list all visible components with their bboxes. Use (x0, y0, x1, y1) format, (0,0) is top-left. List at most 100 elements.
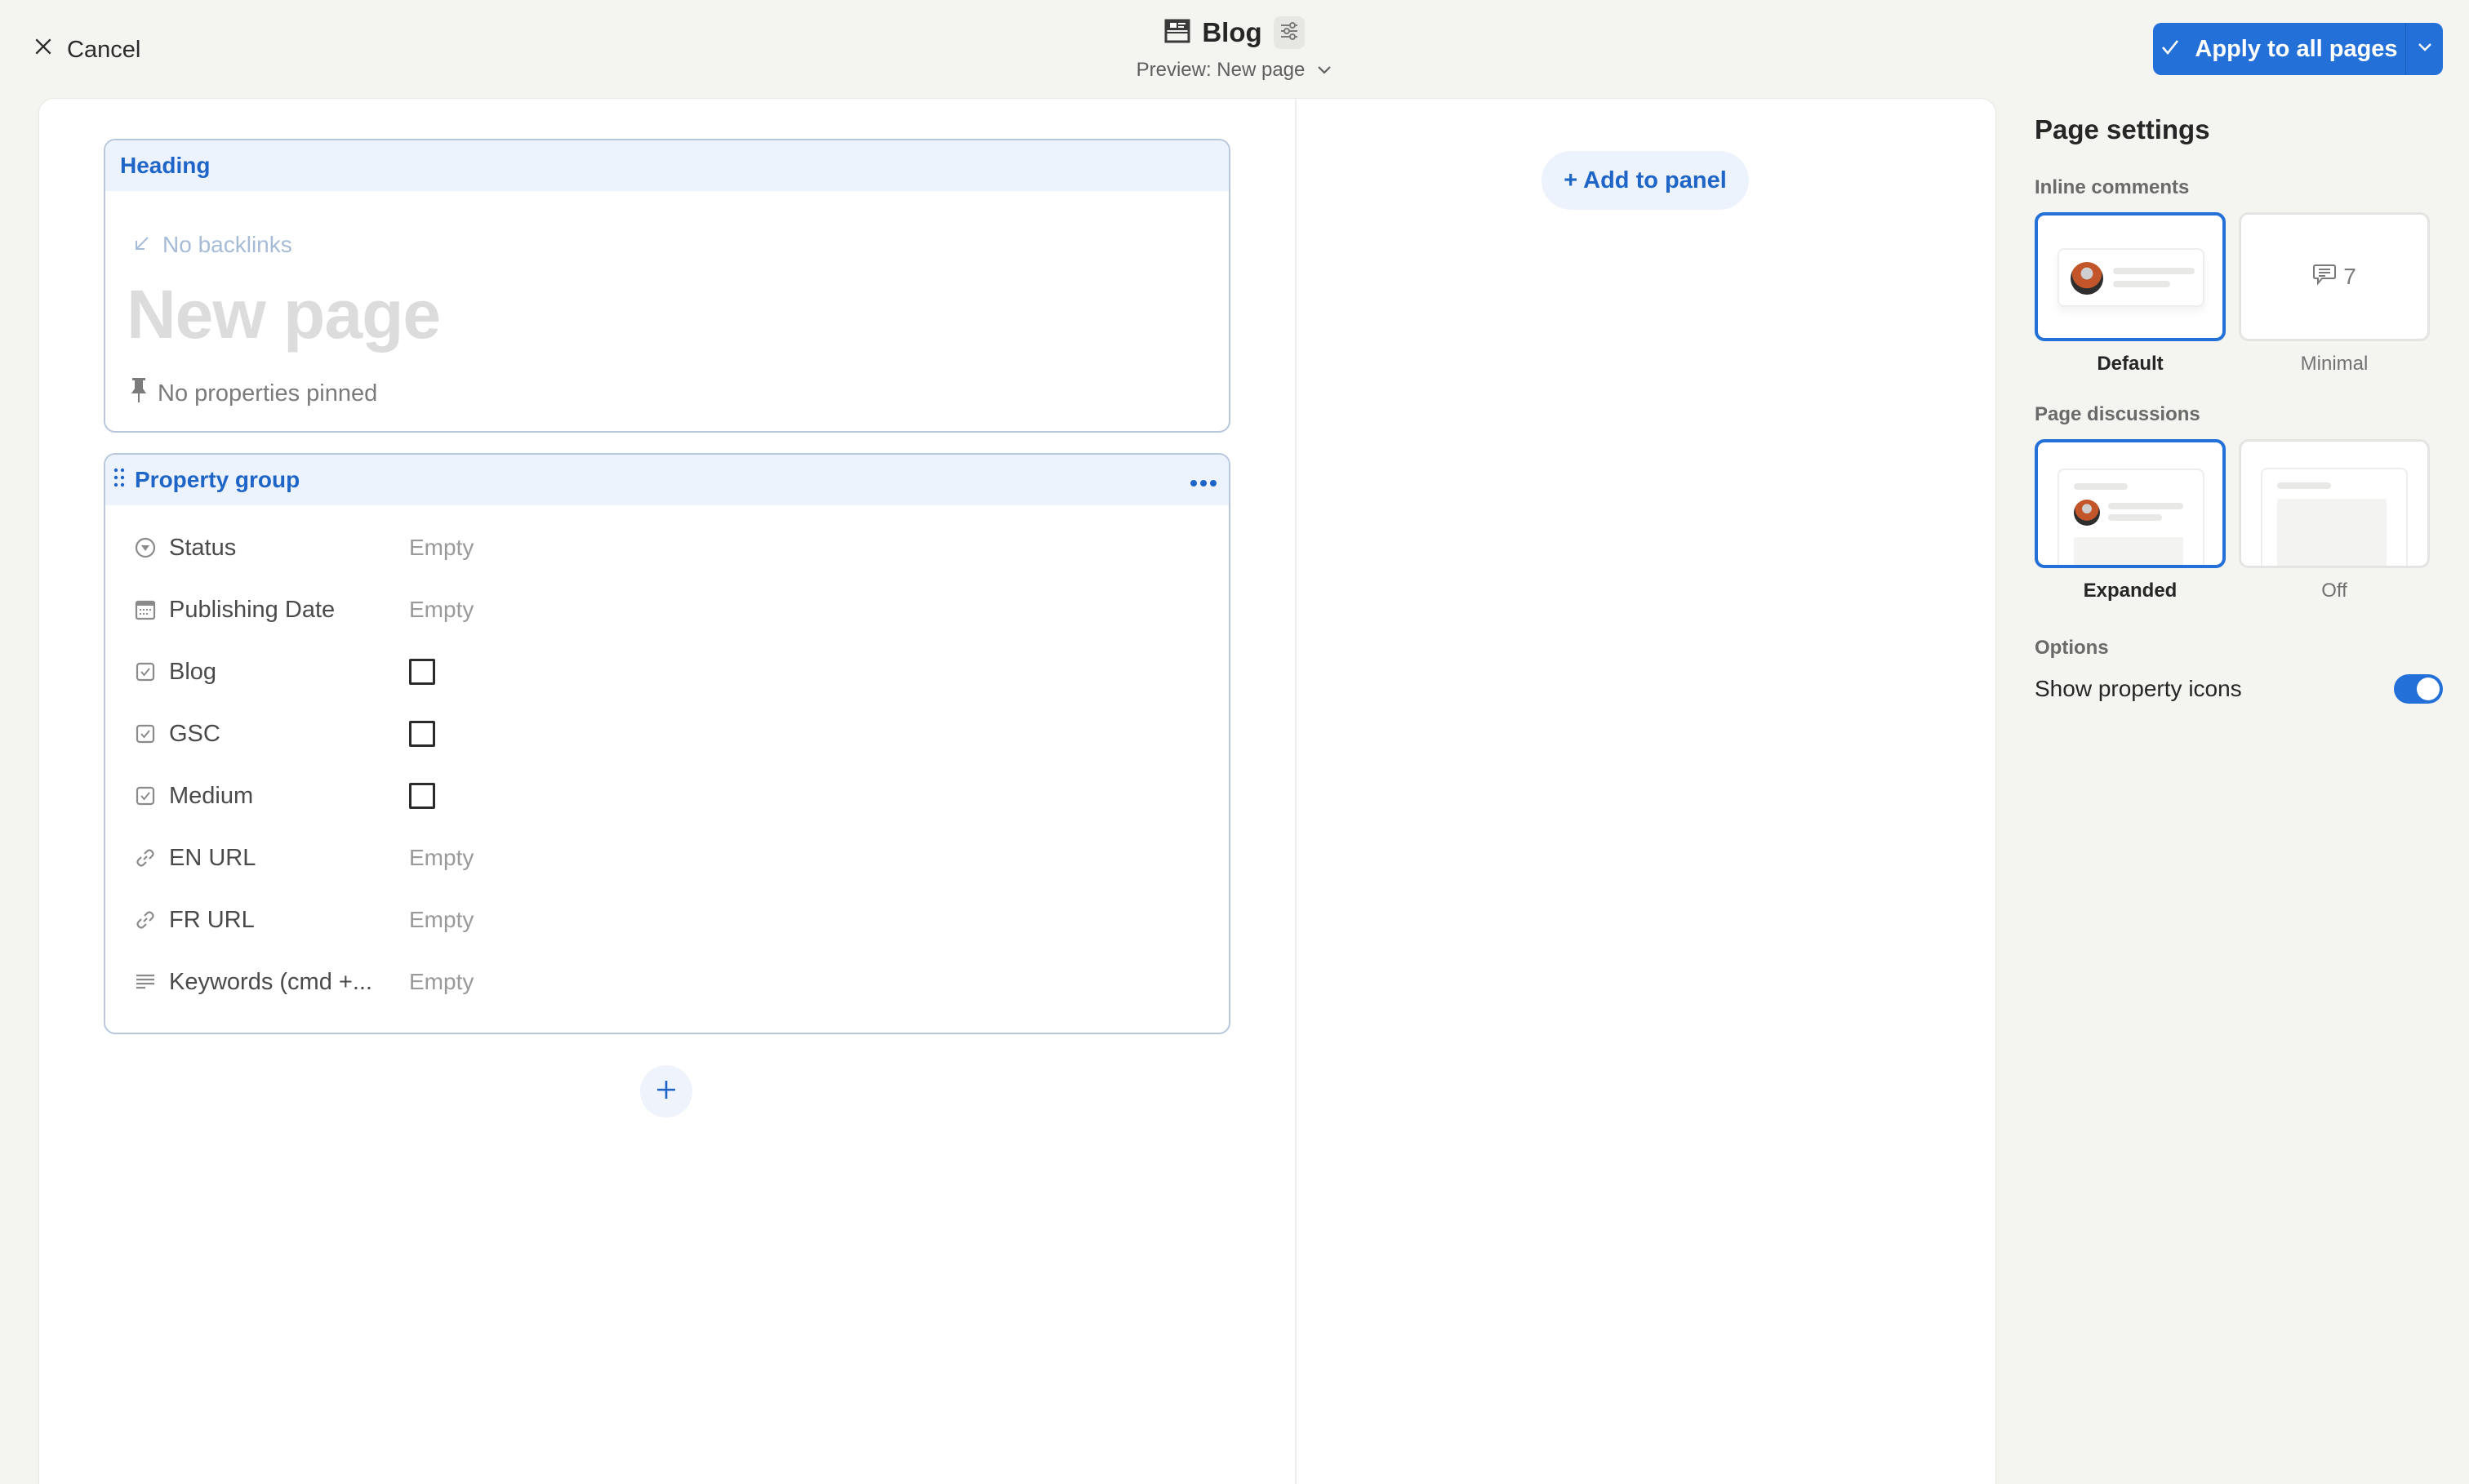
calendar-icon (133, 598, 158, 622)
property-name: Keywords (cmd +... (169, 968, 372, 995)
database-layout-icon (1164, 19, 1190, 47)
apply-button-group: Apply to all pages (2153, 23, 2443, 75)
placeholder-line (2108, 503, 2183, 509)
property-name: GSC (169, 720, 220, 747)
page-discussions-options: Expanded Off (2035, 439, 2443, 602)
placeholder-line (2108, 514, 2162, 521)
property-list: Status Empty Publishing Date Empty Blog GSC Me… (105, 505, 1229, 1013)
add-block-button[interactable] (640, 1065, 692, 1117)
property-value[interactable]: Empty (409, 845, 474, 871)
placeholder-block (2074, 537, 2183, 565)
avatar (2074, 500, 2100, 526)
panel-divider (1295, 99, 1297, 1484)
property-row[interactable]: Blog (105, 641, 1229, 703)
property-name: Medium (169, 782, 254, 809)
checkbox-type-icon (133, 722, 158, 746)
checkbox-type-icon (133, 784, 158, 808)
default-preview (2035, 212, 2226, 341)
inline-comments-options: Default 7 Minimal (2035, 212, 2443, 375)
preview-page-dropdown[interactable]: Preview: New page (1137, 59, 1333, 82)
preview-label: Preview: New page (1136, 59, 1306, 81)
property-group-label: Property group (135, 467, 300, 492)
property-value[interactable]: Empty (409, 597, 474, 623)
property-value[interactable]: Empty (409, 907, 474, 933)
page-discussions-option-off[interactable]: Off (2239, 439, 2430, 602)
add-to-panel-label: + Add to panel (1564, 167, 1727, 193)
discussion-preview-frame (2261, 468, 2408, 566)
apply-label: Apply to all pages (2195, 35, 2398, 62)
property-row[interactable]: EN URL Empty (105, 827, 1229, 889)
property-row[interactable]: Keywords (cmd +... Empty (105, 951, 1229, 1013)
pin-icon (130, 377, 148, 410)
property-group-header: Property group (105, 455, 1229, 505)
property-row[interactable]: Medium (105, 765, 1229, 827)
comment-preview-card (2058, 248, 2204, 307)
pinned-label: No properties pinned (158, 380, 378, 407)
text-icon (133, 970, 158, 994)
placeholder-line (2074, 483, 2128, 490)
show-property-icons-row: Show property icons (2035, 674, 2443, 704)
comment-icon (2312, 263, 2337, 291)
placeholder-line (2277, 482, 2331, 489)
chevron-down-icon (2417, 42, 2433, 57)
inline-comments-label: Inline comments (2035, 176, 2190, 198)
layout-title-area: Blog Preview: New page (0, 11, 2469, 82)
chevron-down-icon (1316, 59, 1332, 82)
property-checkbox[interactable] (409, 659, 435, 685)
inline-comments-option-default[interactable]: Default (2035, 212, 2226, 375)
status-icon (133, 535, 158, 560)
heading-block[interactable]: Heading No backlinks New page No propert… (104, 139, 1230, 433)
check-icon (2160, 36, 2180, 63)
property-value[interactable]: Empty (409, 969, 474, 995)
link-icon (133, 908, 158, 932)
property-checkbox[interactable] (409, 783, 435, 809)
show-property-icons-toggle[interactable] (2394, 674, 2443, 704)
heading-block-label: Heading (120, 153, 211, 178)
option-label: Default (2097, 353, 2164, 375)
property-row[interactable]: Publishing Date Empty (105, 579, 1229, 641)
add-to-panel-button[interactable]: + Add to panel (1541, 151, 1749, 210)
more-options-button[interactable] (1190, 467, 1217, 493)
property-name: Blog (169, 658, 217, 685)
apply-options-button[interactable] (2405, 23, 2443, 75)
checkbox-type-icon (133, 660, 158, 684)
property-row[interactable]: Status Empty (105, 517, 1229, 579)
expanded-preview (2035, 439, 2226, 568)
heading-block-header: Heading (105, 140, 1229, 191)
option-label: Expanded (2083, 580, 2178, 602)
property-row[interactable]: GSC (105, 703, 1229, 765)
show-property-icons-label: Show property icons (2035, 676, 2242, 701)
minimal-preview: 7 (2239, 212, 2430, 341)
discussion-preview-frame (2058, 469, 2204, 565)
customize-layout-button[interactable] (1273, 16, 1305, 49)
layout-title: Blog (1202, 17, 1262, 47)
page-discussions-label: Page discussions (2035, 403, 2200, 425)
property-name: Status (169, 534, 237, 561)
property-row[interactable]: FR URL Empty (105, 889, 1229, 951)
link-icon (133, 846, 158, 870)
options-label: Options (2035, 637, 2109, 659)
pinned-properties: No properties pinned (130, 377, 377, 410)
sliders-icon (1279, 20, 1300, 46)
comment-count: 7 (2241, 215, 2427, 339)
property-name: EN URL (169, 844, 256, 871)
apply-to-all-pages-button[interactable]: Apply to all pages (2153, 23, 2405, 75)
property-value[interactable]: Empty (409, 535, 474, 561)
property-group-block[interactable]: Property group Status Empty Publishing Dat… (104, 453, 1230, 1034)
page-settings-panel: Page settings Inline comments Default 7 (2035, 114, 2443, 704)
ellipsis-icon (1190, 467, 1217, 493)
page-title-placeholder: New page (127, 276, 441, 353)
avatar (2071, 262, 2103, 295)
page-discussions-option-expanded[interactable]: Expanded (2035, 439, 2226, 602)
drag-handle-icon[interactable] (113, 467, 125, 494)
property-checkbox[interactable] (409, 721, 435, 747)
inline-comments-option-minimal[interactable]: 7 Minimal (2239, 212, 2430, 375)
layout-canvas: Heading No backlinks New page No propert… (39, 99, 1995, 1484)
backlinks-label: No backlinks (162, 232, 292, 257)
property-name: FR URL (169, 906, 255, 933)
arrow-down-left-icon (133, 232, 151, 258)
option-label: Minimal (2300, 353, 2369, 375)
backlinks-indicator: No backlinks (133, 232, 292, 258)
option-label: Off (2321, 580, 2347, 602)
comment-count-value: 7 (2343, 264, 2356, 289)
